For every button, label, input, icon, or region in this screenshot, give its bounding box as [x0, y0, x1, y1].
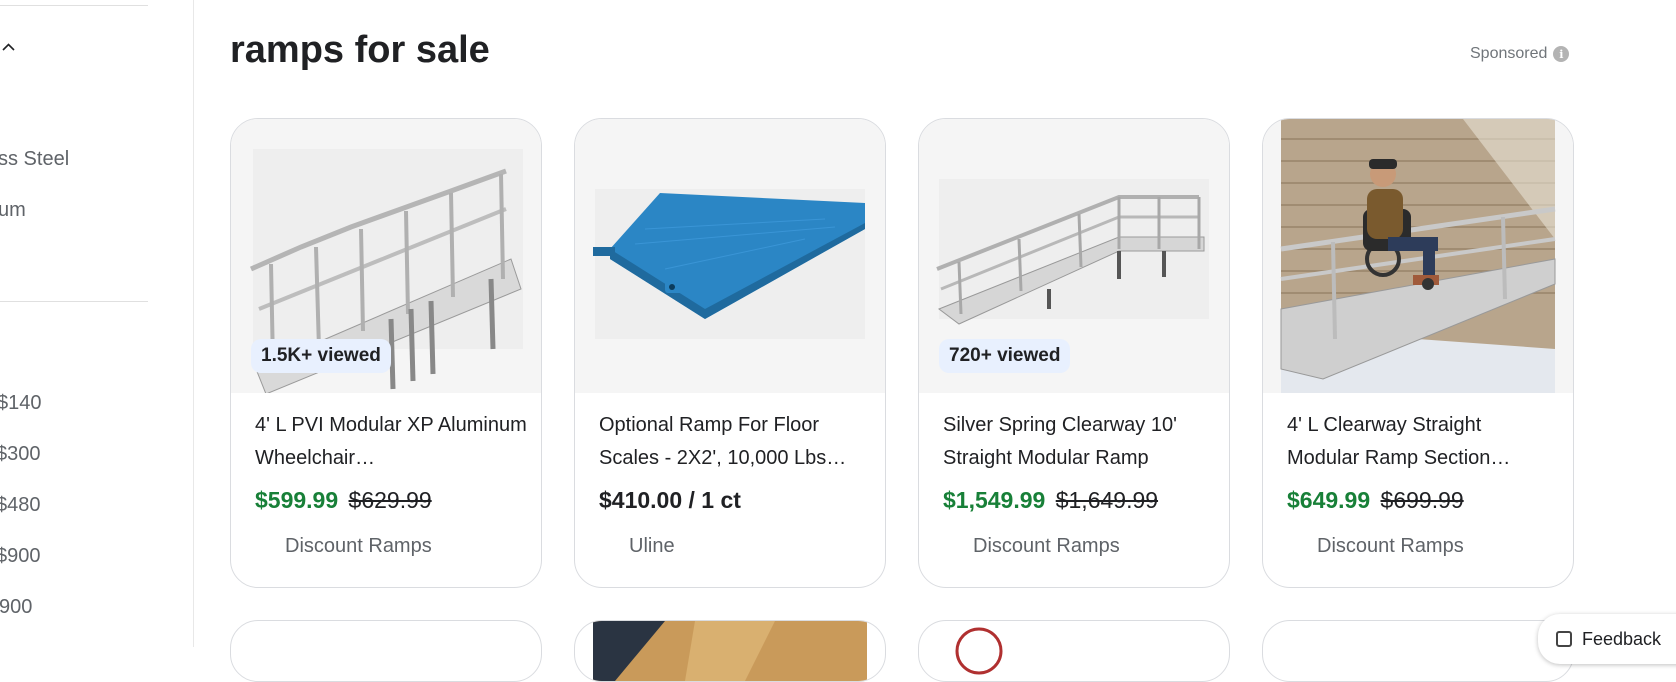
viewed-badge: 1.5K+ viewed — [251, 339, 391, 373]
feedback-label: Feedback — [1582, 628, 1662, 649]
sponsored-label[interactable]: Sponsored i — [1470, 45, 1570, 63]
product-card[interactable] — [230, 620, 542, 682]
product-card[interactable] — [918, 620, 1230, 682]
seller-name[interactable]: Uline — [629, 535, 675, 558]
sidebar-item-price-4[interactable]: $900 — [0, 545, 41, 568]
chevron-up-icon[interactable] — [2, 41, 15, 54]
product-image[interactable]: 720+ viewed — [919, 119, 1229, 393]
sidebar-item-price-2[interactable]: $300 — [0, 443, 41, 466]
sponsored-text: Sponsored — [1470, 45, 1548, 62]
product-card[interactable]: 4' L Clearway Straight Modular Ramp Sect… — [1262, 118, 1574, 588]
info-icon[interactable]: i — [1553, 46, 1570, 62]
price-row: $649.99 $699.99 — [1287, 487, 1464, 514]
product-card[interactable]: Optional Ramp For Floor Scales - 2X2', 1… — [574, 118, 886, 588]
sidebar-item-price-3[interactable]: $480 — [0, 494, 41, 517]
product-image[interactable] — [575, 119, 885, 393]
price-row: $599.99 $629.99 — [255, 487, 432, 514]
product-image — [955, 627, 1003, 675]
unit-price: $410.00 / 1 ct — [599, 487, 741, 513]
original-price: $699.99 — [1380, 487, 1464, 513]
sale-price: $599.99 — [255, 487, 339, 513]
price-row: $410.00 / 1 ct — [599, 487, 741, 514]
wheelchair-ramp-photo — [1280, 119, 1556, 393]
seller-name[interactable]: Discount Ramps — [285, 535, 432, 558]
sidebar-item-material-stainless-steel[interactable]: ss Steel — [0, 148, 69, 171]
seller-name[interactable]: Discount Ramps — [973, 535, 1120, 558]
feedback-button[interactable]: Feedback — [1538, 614, 1676, 664]
blue-ramp-image — [593, 189, 865, 339]
product-image[interactable] — [1263, 119, 1573, 393]
seller-name[interactable]: Discount Ramps — [1317, 535, 1464, 558]
product-card[interactable]: 720+ viewed Silver Spring Clearway 10' S… — [918, 118, 1230, 588]
original-price: $629.99 — [348, 487, 432, 513]
price-row: $1,549.99 $1,649.99 — [943, 487, 1158, 514]
product-image — [593, 621, 867, 681]
sale-price: $1,549.99 — [943, 487, 1046, 513]
viewed-badge: 720+ viewed — [939, 339, 1071, 373]
feedback-icon — [1556, 631, 1572, 647]
sidebar-divider — [0, 301, 148, 302]
filter-sidebar: ss Steel um $140 $300 $480 $900 900 — [0, 0, 194, 647]
original-price: $1,649.99 — [1055, 487, 1159, 513]
sidebar-divider — [0, 5, 148, 6]
product-title[interactable]: Optional Ramp For Floor Scales - 2X2', 1… — [599, 409, 871, 475]
product-image[interactable]: 1.5K+ viewed — [231, 119, 541, 393]
sidebar-item-price-5[interactable]: 900 — [0, 596, 32, 619]
product-card[interactable] — [574, 620, 886, 682]
sidebar-item-price-1[interactable]: $140 — [0, 392, 42, 415]
page-title: ramps for sale — [230, 29, 490, 71]
product-title[interactable]: 4' L PVI Modular XP Aluminum Wheelchair… — [255, 409, 527, 475]
sidebar-item-material-aluminum[interactable]: um — [0, 199, 26, 222]
product-title[interactable]: Silver Spring Clearway 10' Straight Modu… — [943, 409, 1215, 475]
sale-price: $649.99 — [1287, 487, 1371, 513]
product-card[interactable]: 1.5K+ viewed 4' L PVI Modular XP Aluminu… — [230, 118, 542, 588]
product-card[interactable] — [1262, 620, 1574, 682]
product-title[interactable]: 4' L Clearway Straight Modular Ramp Sect… — [1287, 409, 1559, 475]
